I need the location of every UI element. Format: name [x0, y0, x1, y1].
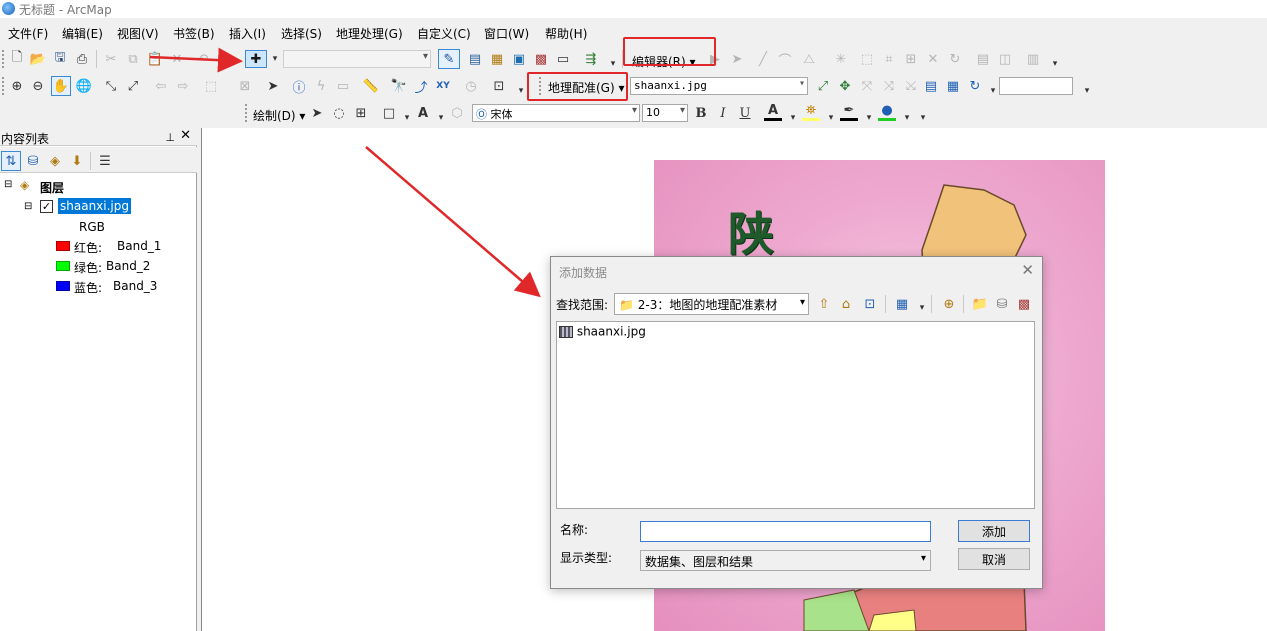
annotation-arrow-to-dialog [365, 146, 541, 298]
annotation-arrow-to-add-data [149, 47, 243, 73]
annotation-arrows [149, 47, 541, 298]
